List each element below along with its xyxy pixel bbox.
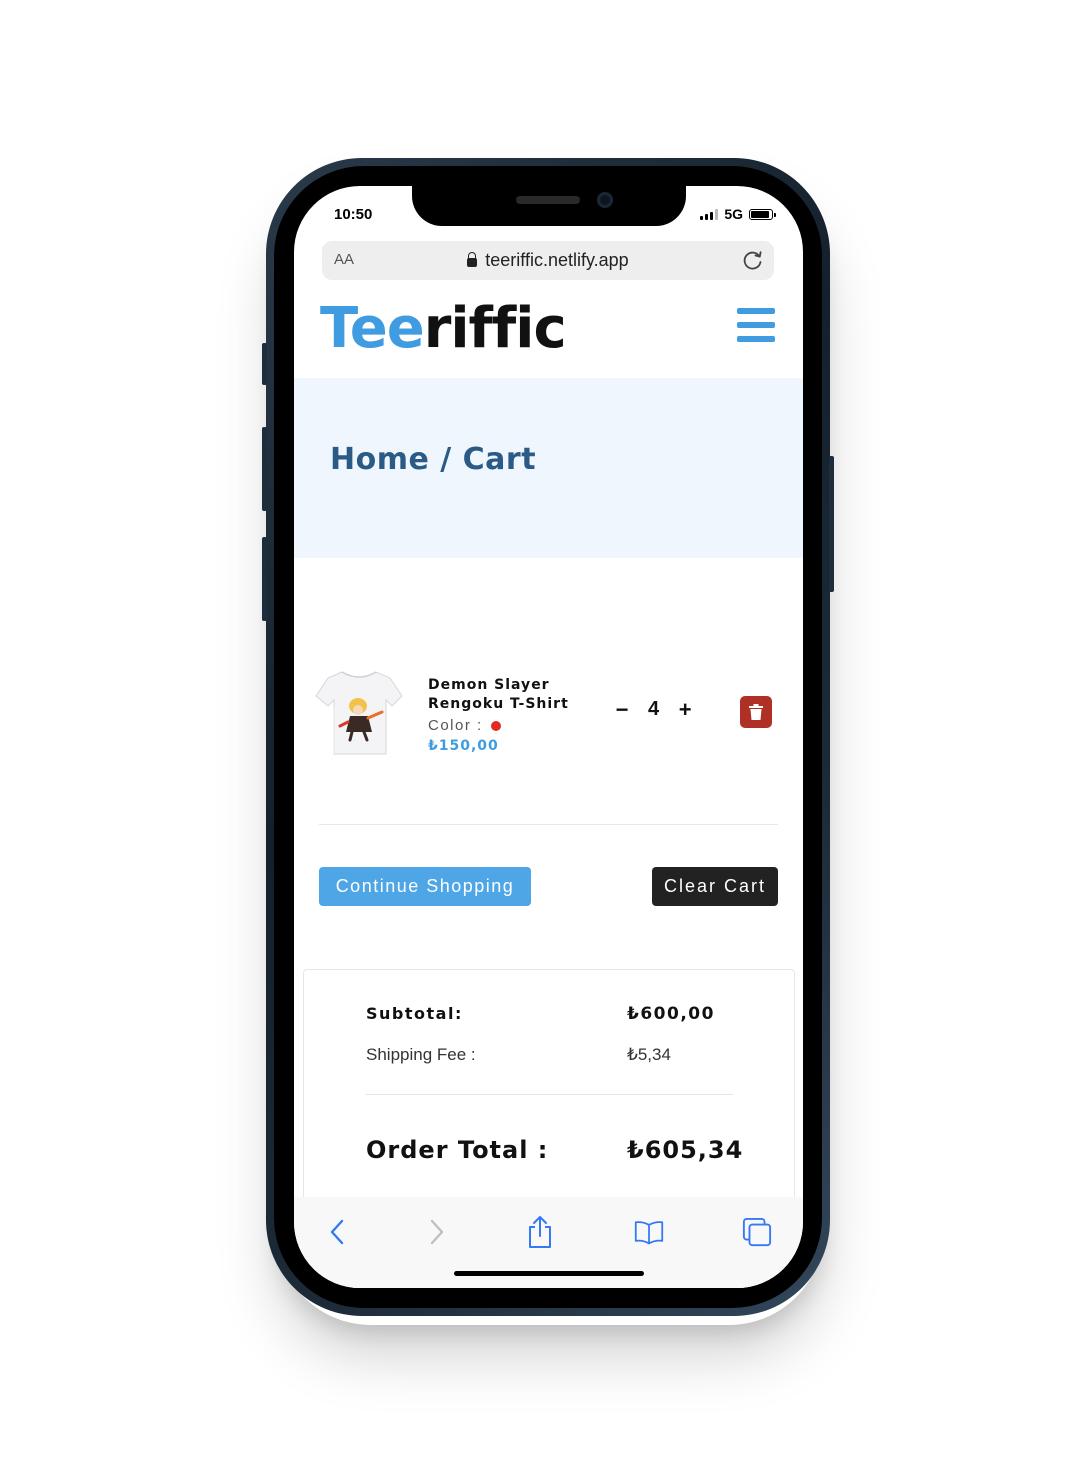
clear-cart-button[interactable]: Clear Cart: [652, 867, 778, 906]
forward-icon[interactable]: [422, 1217, 452, 1247]
reader-aa-button[interactable]: AA: [334, 251, 354, 268]
status-indicators: 5G: [700, 206, 776, 222]
logo-part-tee: Tee: [320, 296, 425, 361]
tabs-icon[interactable]: [742, 1217, 772, 1247]
order-total-row: Order Total : ₺605,34: [366, 1136, 742, 1164]
item-name-line2: Rengoku T-Shirt: [428, 696, 569, 712]
subtotal-row: Subtotal: ₺600,00: [366, 1004, 736, 1024]
summary-divider: [366, 1094, 733, 1095]
side-button-volume-up: [262, 427, 267, 511]
signal-icon: [700, 208, 719, 220]
browser-toolbar: [294, 1197, 803, 1288]
status-time: 10:50: [334, 206, 373, 223]
cart-divider: [319, 824, 778, 825]
trash-icon: [749, 704, 763, 720]
color-swatch: [490, 720, 501, 731]
speaker: [516, 196, 580, 204]
share-icon[interactable]: [525, 1216, 555, 1248]
site-header: Teeriffic: [294, 290, 803, 378]
back-icon[interactable]: [322, 1217, 352, 1247]
shipping-row: Shipping Fee : ₺5,34: [366, 1045, 736, 1065]
shipping-value: ₺5,34: [627, 1045, 671, 1064]
cart-item: Demon Slayer Rengoku T-Shirt Color : ₺15…: [314, 662, 784, 762]
notch: [412, 186, 686, 226]
menu-icon[interactable]: [737, 308, 775, 342]
item-color: Color :: [428, 717, 588, 734]
reload-icon[interactable]: [740, 247, 766, 278]
order-total-value: ₺605,34: [627, 1136, 744, 1164]
product-image: [314, 666, 404, 758]
item-price: ₺150,00: [428, 738, 499, 754]
address-bar[interactable]: AA teeriffic.netlify.app: [322, 241, 774, 280]
side-button-volume-down: [262, 537, 267, 621]
camera: [597, 192, 613, 208]
breadcrumb: Home / Cart: [330, 442, 537, 477]
battery-icon: [749, 208, 776, 220]
shipping-label: Shipping Fee :: [366, 1045, 476, 1064]
quantity-value: 4: [648, 698, 660, 720]
subtotal-label: Subtotal:: [366, 1004, 463, 1023]
url-display[interactable]: teeriffic.netlify.app: [467, 250, 629, 271]
side-button-mute: [262, 343, 267, 385]
item-info: Demon Slayer Rengoku T-Shirt Color : ₺15…: [428, 676, 588, 754]
side-button-power: [829, 456, 834, 592]
network-label: 5G: [724, 206, 743, 222]
item-color-label: Color :: [428, 717, 483, 734]
phone-screen: 10:50 5G AA teeriffic.netlify.app Teerif…: [294, 186, 803, 1288]
remove-item-button[interactable]: [740, 696, 772, 728]
item-name-line1: Demon Slayer: [428, 677, 550, 693]
logo-part-riffic: riffic: [423, 296, 567, 361]
home-indicator: [454, 1271, 644, 1276]
lock-icon: [467, 252, 478, 267]
site-logo[interactable]: Teeriffic: [320, 296, 567, 361]
bookmarks-icon[interactable]: [634, 1217, 664, 1247]
url-text: teeriffic.netlify.app: [485, 250, 629, 270]
order-total-label: Order Total :: [366, 1136, 549, 1164]
continue-shopping-button[interactable]: Continue Shopping: [319, 867, 531, 906]
decrease-quantity-button[interactable]: −: [614, 697, 630, 722]
increase-quantity-button[interactable]: +: [677, 697, 693, 722]
subtotal-value: ₺600,00: [627, 1004, 715, 1024]
page-hero: Home / Cart: [294, 378, 803, 558]
quantity-stepper: − 4 +: [614, 697, 693, 722]
